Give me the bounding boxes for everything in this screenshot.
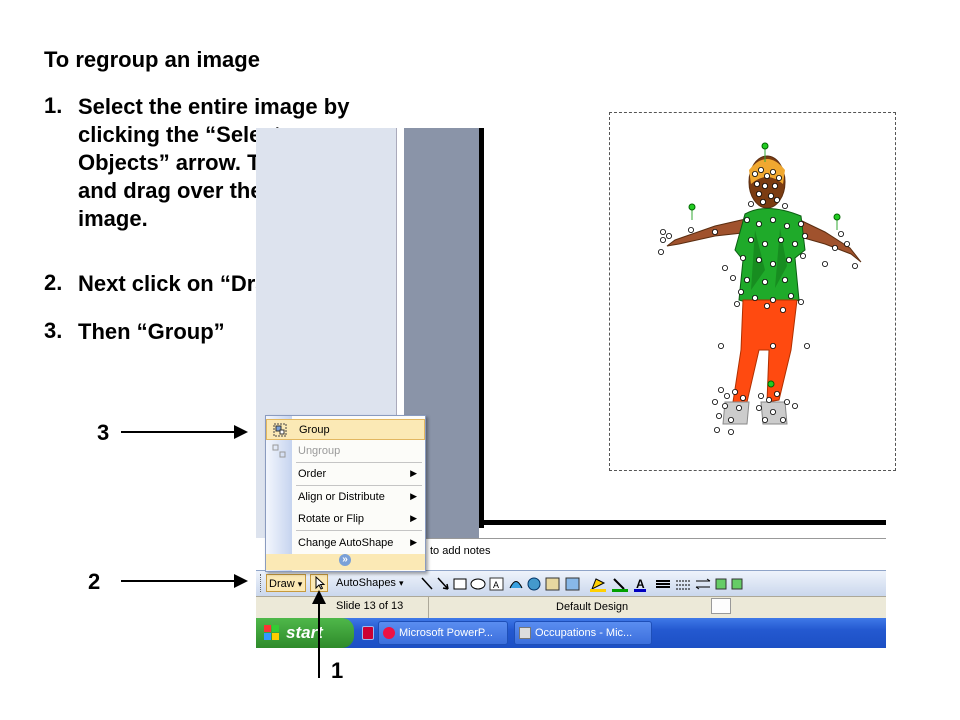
line-icon [421, 577, 433, 590]
toolbar-grip[interactable] [260, 574, 265, 592]
step-number: 1. [44, 93, 63, 118]
taskbar-item-powerpoint[interactable]: Microsoft PowerP... [378, 621, 508, 645]
callout-arrow-2 [121, 580, 236, 582]
instruction-heading: To regroup an image [44, 47, 260, 72]
step-number: 3. [44, 318, 63, 343]
pants [732, 299, 798, 403]
status-divider [428, 597, 429, 619]
arrowhead-right-icon [234, 574, 248, 588]
submenu-arrow-icon: ▶ [410, 513, 417, 523]
notes-placeholder: to add notes [430, 545, 491, 557]
select-arrow-icon [315, 575, 326, 590]
diagram-icon [527, 577, 541, 591]
callout-arrow-1 [318, 602, 320, 678]
group-icon [273, 423, 287, 437]
arrow-icon [437, 577, 449, 590]
menu-item-group[interactable]: Group [266, 419, 425, 440]
design-name: Default Design [556, 601, 629, 613]
notes-pane[interactable]: to add notes [416, 538, 886, 571]
picture-icon [565, 577, 580, 591]
ungrouped-clipart-figure[interactable] [655, 140, 865, 440]
status-bar: Slide 13 of 13 Default Design [256, 596, 886, 619]
arrow-style-icon [695, 578, 711, 590]
arrowhead-right-icon [234, 425, 248, 439]
draw-menu-button[interactable]: Draw ▾ [266, 574, 306, 592]
submenu-arrow-icon: ▶ [410, 491, 417, 501]
spelling-icon [711, 598, 731, 614]
svg-text:A: A [493, 580, 499, 590]
callout-number-2: 2 [88, 569, 101, 594]
clipart-icon [545, 577, 560, 591]
draw-label: Draw [269, 578, 295, 590]
autoshapes-label: AutoShapes [336, 577, 396, 589]
shadow-style-icon [715, 578, 727, 590]
menu-item-label: Ungroup [298, 445, 341, 457]
line-color-icon [613, 578, 625, 590]
autoshapes-button[interactable]: AutoShapes ▾ [336, 574, 424, 592]
menu-item-order[interactable]: Order ▶ [266, 464, 425, 485]
menu-expand-row[interactable]: » [266, 554, 425, 570]
drawing-tool-icons: A A [421, 577, 743, 592]
submenu-arrow-icon: ▶ [410, 468, 417, 478]
menu-item-rotate-flip[interactable]: Rotate or Flip ▶ [266, 509, 425, 530]
taskbar-item-label: Occupations - Mic... [535, 627, 633, 639]
drawing-toolbar: Draw ▾ AutoShapes ▾ A A [256, 570, 886, 598]
wordart-icon [509, 581, 523, 589]
dash-style-icon [676, 580, 690, 590]
right-arm [796, 219, 862, 263]
submenu-arrow-icon: ▶ [410, 537, 417, 547]
oval-icon [470, 578, 486, 590]
slide-shadow-left [479, 128, 484, 528]
callout-number-1: 1 [331, 658, 344, 683]
menu-item-align-distribute[interactable]: Align or Distribute ▶ [266, 487, 425, 508]
menu-item-label: Align or Distribute [298, 491, 385, 503]
fill-color-icon [591, 578, 606, 591]
taskbar-item-label: Microsoft PowerP... [399, 627, 493, 639]
menu-item-ungroup[interactable]: Ungroup [266, 441, 425, 462]
windows-logo-icon [264, 625, 279, 640]
menu-separator [296, 462, 422, 463]
slide-shadow-bottom [479, 520, 886, 525]
expand-chevrons-icon: » [339, 554, 351, 566]
line-style-icon [656, 580, 670, 588]
start-button[interactable]: start [256, 618, 354, 648]
menu-separator [296, 485, 422, 486]
3d-style-icon [731, 578, 743, 590]
windows-taskbar: start Microsoft PowerP... Occupations - … [256, 618, 886, 648]
font-color-icon: A [636, 577, 645, 591]
arrowhead-up-icon [312, 590, 326, 604]
taskbar-item-word[interactable]: Occupations - Mic... [514, 621, 652, 645]
chevron-down-icon: ▾ [297, 579, 303, 589]
menu-item-label: Rotate or Flip [298, 513, 365, 525]
ungroup-icon [272, 444, 286, 458]
callout-arrow-3 [121, 431, 236, 433]
menu-item-label: Order [298, 468, 327, 480]
menu-item-label: Group [299, 424, 330, 436]
quick-launch-icon[interactable] [362, 626, 374, 640]
slide-counter: Slide 13 of 13 [336, 600, 404, 612]
rectangle-icon [453, 578, 467, 590]
menu-item-label: Change AutoShape [298, 537, 394, 549]
menu-item-change-autoshape[interactable]: Change AutoShape ▶ [266, 533, 425, 554]
callout-number-3: 3 [97, 420, 110, 445]
menu-separator [296, 530, 422, 531]
powerpoint-icon [383, 627, 395, 639]
document-icon [519, 627, 531, 639]
chevron-down-icon: ▾ [399, 578, 404, 588]
step-number: 2. [44, 270, 63, 295]
draw-menu: Group Ungroup Order ▶ Align or Distribut… [265, 415, 426, 572]
